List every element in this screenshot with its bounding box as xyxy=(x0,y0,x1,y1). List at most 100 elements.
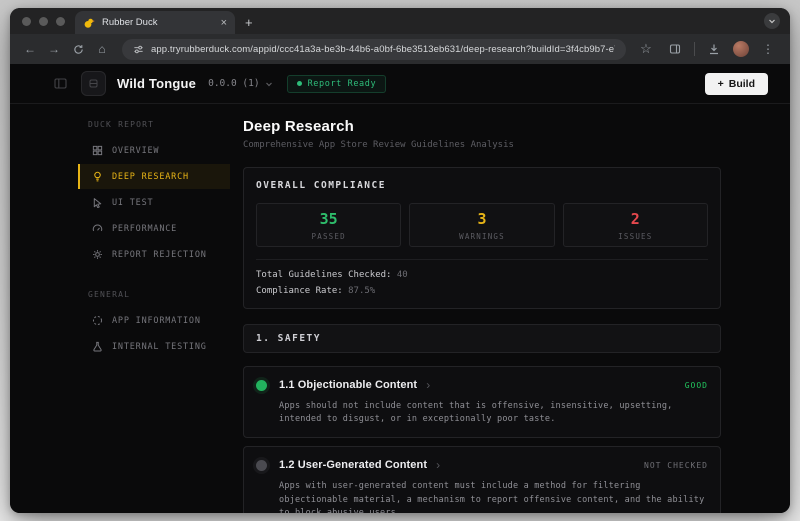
tab-close-icon[interactable]: × xyxy=(221,17,227,29)
browser-tab-bar: Rubber Duck × + xyxy=(10,8,790,34)
flask-icon xyxy=(92,341,103,352)
main-content: Deep Research Comprehensive App Store Re… xyxy=(243,104,721,513)
toolbar-actions: ☆ ⋮ xyxy=(636,41,780,57)
minimize-window-button[interactable] xyxy=(39,17,48,26)
build-button-label: Build xyxy=(729,78,755,90)
warnings-label: WARNINGS xyxy=(459,232,505,241)
new-tab-button[interactable]: + xyxy=(245,15,253,34)
sidebar-section-general: GENERAL xyxy=(78,290,230,299)
guideline-description: Apps with user-generated content must in… xyxy=(279,480,708,513)
page-title: Deep Research xyxy=(243,118,721,135)
sidebar-toggle-icon[interactable] xyxy=(54,77,67,90)
guideline-title-row[interactable]: 1.1 Objectionable Content › GOOD xyxy=(256,378,708,392)
gauge-icon xyxy=(92,223,103,234)
grid-icon xyxy=(92,145,103,156)
browser-toolbar: ← → ⌂ app.tryrubberduck.com/appid/ccc41a… xyxy=(10,34,790,64)
sidebar-item-label: REPORT REJECTION xyxy=(112,250,207,260)
url-text: app.tryrubberduck.com/appid/ccc41a3a-be3… xyxy=(151,44,615,55)
stat-issues: 2 ISSUES xyxy=(563,203,708,247)
sidebar-item-label: INTERNAL TESTING xyxy=(112,342,207,352)
stat-passed: 35 PASSED xyxy=(256,203,401,247)
guideline-description: Apps should not include content that is … xyxy=(279,400,708,426)
sidebar-item-internal-testing[interactable]: INTERNAL TESTING xyxy=(78,334,230,359)
guideline-title: 1.1 Objectionable Content xyxy=(279,379,417,391)
status-pass-dot-icon xyxy=(256,380,267,391)
browser-menu-icon[interactable]: ⋮ xyxy=(758,42,778,56)
chevron-right-icon: › xyxy=(426,378,430,392)
issues-label: ISSUES xyxy=(618,232,652,241)
app-header: Wild Tongue 0.0.0 (1) Report Ready + Bui… xyxy=(10,64,790,104)
sidebar-section-duck-report: DUCK REPORT xyxy=(78,120,230,129)
chevron-down-icon xyxy=(265,80,273,88)
build-button[interactable]: + Build xyxy=(705,73,768,95)
reload-icon[interactable] xyxy=(68,44,88,55)
sidebar-item-performance[interactable]: PERFORMANCE xyxy=(78,216,230,241)
passed-count: 35 xyxy=(320,210,338,228)
browser-tab[interactable]: Rubber Duck × xyxy=(75,11,235,34)
dashed-circle-icon xyxy=(92,315,103,326)
window-controls xyxy=(10,8,75,34)
version-selector[interactable]: 0.0.0 (1) xyxy=(208,78,272,89)
compliance-totals: Total Guidelines Checked: 40 Compliance … xyxy=(256,259,708,296)
passed-label: PASSED xyxy=(312,232,346,241)
compliance-rate-label: Compliance Rate: xyxy=(256,286,343,296)
guideline-status-badge: NOT CHECKED xyxy=(644,461,708,470)
app-icon xyxy=(81,71,106,96)
sidebar-item-report-rejection[interactable]: REPORT REJECTION xyxy=(78,242,230,267)
profile-avatar[interactable] xyxy=(733,41,749,57)
stat-warnings: 3 WARNINGS xyxy=(409,203,554,247)
status-neutral-dot-icon xyxy=(256,460,267,471)
back-icon[interactable]: ← xyxy=(20,42,40,56)
guideline-status-badge: GOOD xyxy=(685,381,708,390)
sidebar-item-ui-test[interactable]: UI TEST xyxy=(78,190,230,215)
bookmark-star-icon[interactable]: ☆ xyxy=(636,41,656,57)
sidebar-item-overview[interactable]: OVERVIEW xyxy=(78,138,230,163)
cursor-icon xyxy=(92,197,103,208)
lightbulb-icon xyxy=(92,171,103,182)
forward-icon[interactable]: → xyxy=(44,42,64,56)
total-guidelines-value: 40 xyxy=(397,270,408,280)
guideline-user-generated-content: 1.2 User-Generated Content › NOT CHECKED… xyxy=(243,446,721,513)
plus-icon: + xyxy=(718,78,724,90)
warnings-count: 3 xyxy=(477,210,486,228)
sidebar-item-label: OVERVIEW xyxy=(112,146,159,156)
sidebar: DUCK REPORT OVERVIEW DEEP RESEARCH UI TE… xyxy=(78,104,230,513)
duck-favicon xyxy=(83,17,95,29)
gear-icon xyxy=(92,249,103,260)
version-label: 0.0.0 (1) xyxy=(208,78,259,89)
compliance-card-title: OVERALL COMPLIANCE xyxy=(256,180,708,191)
sidebar-item-label: APP INFORMATION xyxy=(112,316,201,326)
app-name: Wild Tongue xyxy=(117,76,196,91)
sidebar-item-label: UI TEST xyxy=(112,198,153,208)
compliance-stats: 35 PASSED 3 WARNINGS 2 ISSUES xyxy=(256,203,708,247)
overall-compliance-card: OVERALL COMPLIANCE 35 PASSED 3 WARNINGS … xyxy=(243,167,721,309)
page-subtitle: Comprehensive App Store Review Guideline… xyxy=(243,140,721,150)
sidebar-item-label: PERFORMANCE xyxy=(112,224,177,234)
compliance-rate-value: 87.5% xyxy=(348,286,375,296)
sidebar-item-label: DEEP RESEARCH xyxy=(112,172,189,182)
app-page: Wild Tongue 0.0.0 (1) Report Ready + Bui… xyxy=(10,64,790,513)
sidebar-item-app-information[interactable]: APP INFORMATION xyxy=(78,308,230,333)
address-bar[interactable]: app.tryrubberduck.com/appid/ccc41a3a-be3… xyxy=(122,39,626,60)
home-icon[interactable]: ⌂ xyxy=(92,42,112,56)
toolbar-divider xyxy=(694,42,695,56)
download-icon[interactable] xyxy=(704,43,724,55)
chevron-right-icon: › xyxy=(436,458,440,472)
browser-window: Rubber Duck × + ← → ⌂ app.tryrubberduck.… xyxy=(10,8,790,513)
report-ready-badge: Report Ready xyxy=(287,75,387,93)
tab-list-chevron-icon[interactable] xyxy=(764,13,780,29)
status-badge-label: Report Ready xyxy=(308,79,377,89)
tab-title: Rubber Duck xyxy=(102,17,214,28)
site-settings-icon[interactable] xyxy=(133,44,144,55)
sidebar-item-deep-research[interactable]: DEEP RESEARCH xyxy=(78,164,230,189)
status-dot-icon xyxy=(297,81,302,86)
guideline-objectionable-content: 1.1 Objectionable Content › GOOD Apps sh… xyxy=(243,366,721,438)
total-guidelines-label: Total Guidelines Checked: xyxy=(256,270,391,280)
issues-count: 2 xyxy=(631,210,640,228)
guideline-title: 1.2 User-Generated Content xyxy=(279,459,427,471)
zoom-window-button[interactable] xyxy=(56,17,65,26)
side-panel-icon[interactable] xyxy=(665,43,685,55)
section-header-safety: 1. SAFETY xyxy=(243,324,721,353)
close-window-button[interactable] xyxy=(22,17,31,26)
guideline-title-row[interactable]: 1.2 User-Generated Content › NOT CHECKED xyxy=(256,458,708,472)
